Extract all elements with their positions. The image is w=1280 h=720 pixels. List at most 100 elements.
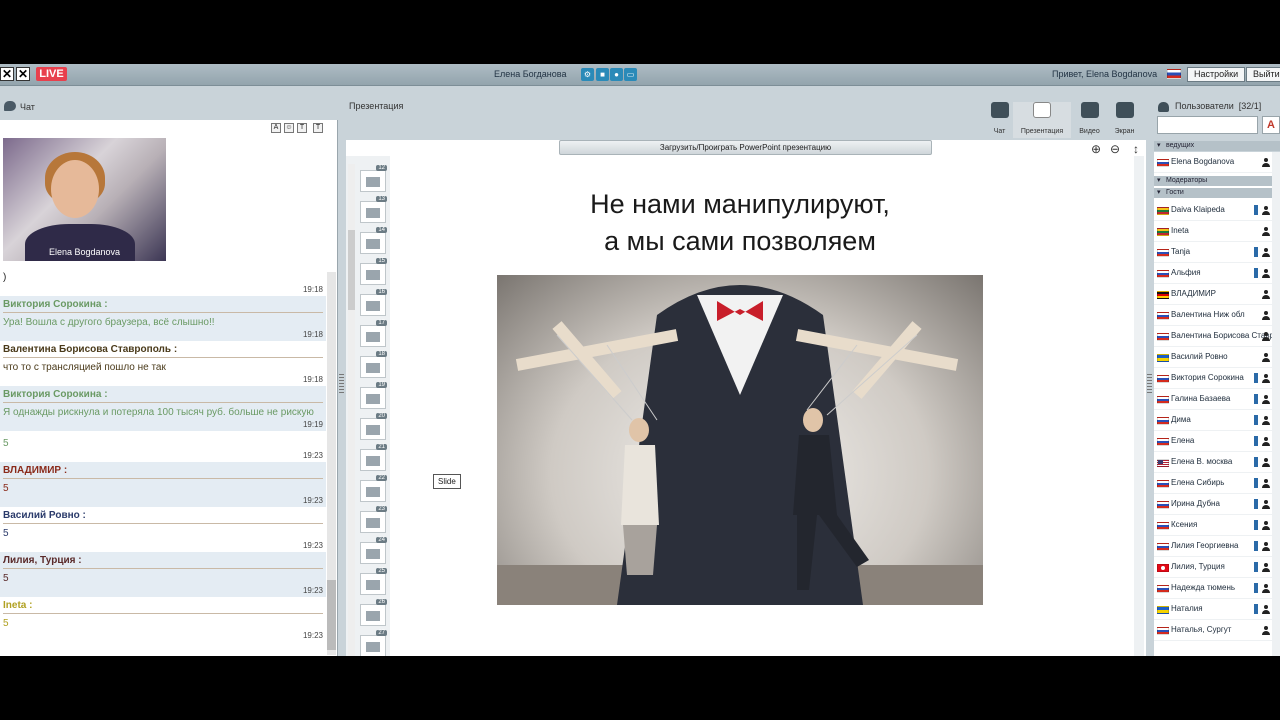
message-author[interactable]: Василий Ровно : [3, 510, 323, 524]
slide-thumbnail[interactable]: 24 [360, 537, 387, 564]
chat-panel: A ☺ T T Elena Bogdanova ) 19:18 Виктория С… [0, 120, 338, 656]
mode-video-button[interactable]: Видео [1074, 102, 1105, 138]
slide-thumbnail[interactable]: 25 [360, 568, 387, 595]
exit-button[interactable]: Выйти [1246, 67, 1280, 82]
slide-thumbnail[interactable]: 17 [360, 320, 387, 347]
window-icon[interactable]: ▭ [624, 68, 637, 81]
chat-message: Валентина Борисова Ставрополь : что то с … [0, 341, 326, 386]
slide-thumbnail[interactable]: 14 [360, 227, 387, 254]
user-row[interactable]: Галина Базаева [1154, 389, 1280, 410]
chat-scrollbar-thumb[interactable] [327, 580, 336, 650]
live-badge: LIVE [36, 67, 67, 81]
text-clear-button[interactable]: T [313, 123, 323, 133]
gear-icon[interactable]: ⚙ [581, 68, 594, 81]
user-row[interactable]: Tanja [1154, 242, 1280, 263]
message-time: 19:19 [302, 420, 323, 429]
zoom-in-icon[interactable]: ⊕ [1089, 142, 1103, 156]
slide-thumbnail[interactable]: 20 [360, 413, 387, 440]
slide-thumbnail[interactable]: 23 [360, 506, 387, 533]
slide-thumbnail[interactable]: 22 [360, 475, 387, 502]
mode-presentation-button[interactable]: Презентация [1013, 102, 1071, 138]
user-row[interactable]: Василий Ровно [1154, 347, 1280, 368]
message-author[interactable]: ВЛАДИМИР : [3, 465, 323, 479]
panel-splitter[interactable] [1147, 374, 1152, 394]
slide-thumbnail[interactable]: 26 [360, 599, 387, 626]
slide-number: 27 [376, 630, 387, 636]
users-list: Elena Bogdanova Модераторы Гости Daiva Klai… [1154, 152, 1280, 656]
user-row[interactable]: Elena Bogdanova [1154, 152, 1280, 173]
user-row[interactable]: Альфия [1154, 263, 1280, 284]
message-author[interactable]: Виктория Сорокина : [3, 389, 323, 403]
user-name: Валентина Ниж обл [1171, 310, 1245, 319]
slide-thumbnail[interactable]: 27 [360, 630, 387, 656]
user-row[interactable]: Наталья, Сургут [1154, 620, 1280, 641]
message-author[interactable]: Лилия, Турция : [3, 555, 323, 569]
slide-thumbnail[interactable]: 19 [360, 382, 387, 409]
thumbnails-scrollbar-thumb[interactable] [348, 230, 355, 310]
person-icon [1262, 290, 1270, 299]
users-search-input[interactable] [1157, 116, 1258, 134]
settings-button[interactable]: Настройки [1187, 67, 1246, 82]
sort-users-button[interactable]: A [1262, 116, 1280, 134]
text-format-button[interactable]: T [297, 123, 307, 133]
slide-thumbnail[interactable]: 18 [360, 351, 387, 378]
lock-icon[interactable]: ■ [596, 68, 609, 81]
user-name: Ирина Дубна [1171, 499, 1220, 508]
slide-thumbnail[interactable]: 21 [360, 444, 387, 471]
message-author[interactable]: Виктория Сорокина : [3, 299, 323, 313]
mode-screen-button[interactable]: Экран [1109, 102, 1140, 138]
logo-icon: ✕ [16, 67, 30, 81]
presentation-scrollbar[interactable] [1134, 156, 1144, 656]
group-hosts[interactable]: ведущих [1154, 141, 1280, 151]
slide-thumbnail-image [366, 487, 380, 497]
user-row[interactable]: Елена Сибирь [1154, 473, 1280, 494]
user-row[interactable]: Ксения [1154, 515, 1280, 536]
slide-thumbnail-image [366, 394, 380, 404]
user-row[interactable]: Дима [1154, 410, 1280, 431]
message-author[interactable]: Валентина Борисова Ставрополь : [3, 344, 323, 358]
user-row[interactable]: Елена [1154, 431, 1280, 452]
slide-number: 16 [376, 289, 387, 295]
user-row[interactable]: Надежда тюмень [1154, 578, 1280, 599]
host-name: Елена Богданова [494, 69, 567, 79]
zoom-out-icon[interactable]: ⊖ [1108, 142, 1122, 156]
chat-message: 5 19:23 [0, 431, 326, 462]
user-row[interactable]: Валентина Ниж обл [1154, 305, 1280, 326]
user-row[interactable]: ВЛАДИМИР [1154, 284, 1280, 305]
slide-thumbnail[interactable]: 15 [360, 258, 387, 285]
user-row[interactable]: Елена В. москва [1154, 452, 1280, 473]
user-row[interactable]: Лилия Георгиевна [1154, 536, 1280, 557]
language-flag-icon[interactable] [1167, 69, 1181, 79]
webcam-icon [1254, 478, 1258, 488]
user-row[interactable]: Валентина Борисова Ставрополь [1154, 326, 1280, 347]
webcam-icon [1254, 268, 1258, 278]
emoji-button[interactable]: ☺ [284, 123, 294, 133]
user-row[interactable]: Ирина Дубна [1154, 494, 1280, 515]
record-icon[interactable]: ● [610, 68, 623, 81]
group-guests[interactable]: Гости [1154, 188, 1280, 198]
person-icon [1262, 311, 1270, 320]
user-row[interactable]: Лилия, Турция [1154, 557, 1280, 578]
country-flag-icon [1157, 501, 1169, 509]
slide-thumbnail-image [366, 456, 380, 466]
slide-thumbnail[interactable]: 12 [360, 165, 387, 192]
mode-chat-button[interactable]: Чат [984, 102, 1015, 138]
country-flag-icon [1157, 270, 1169, 278]
slide-thumbnail[interactable]: 16 [360, 289, 387, 316]
fit-icon[interactable]: ↕ [1129, 142, 1143, 156]
slide-thumbnail[interactable]: 13 [360, 196, 387, 223]
panel-splitter[interactable] [339, 374, 344, 394]
upload-presentation-button[interactable]: Загрузить/Проиграть PowerPoint презентац… [559, 140, 932, 155]
user-row[interactable]: Daiva Klaipeda [1154, 200, 1280, 221]
user-row[interactable]: Виктория Сорокина [1154, 368, 1280, 389]
message-text: 5 [3, 618, 9, 629]
person-icon [1262, 542, 1270, 551]
webcam-icon [1254, 604, 1258, 614]
font-size-button[interactable]: A [271, 123, 281, 133]
user-row[interactable]: Ineta [1154, 221, 1280, 242]
person-icon [1262, 353, 1270, 362]
message-author[interactable]: Ineta : [3, 600, 323, 614]
users-scrollbar[interactable] [1272, 152, 1280, 656]
user-row[interactable]: Наталия [1154, 599, 1280, 620]
group-moderators[interactable]: Модераторы [1154, 176, 1280, 186]
